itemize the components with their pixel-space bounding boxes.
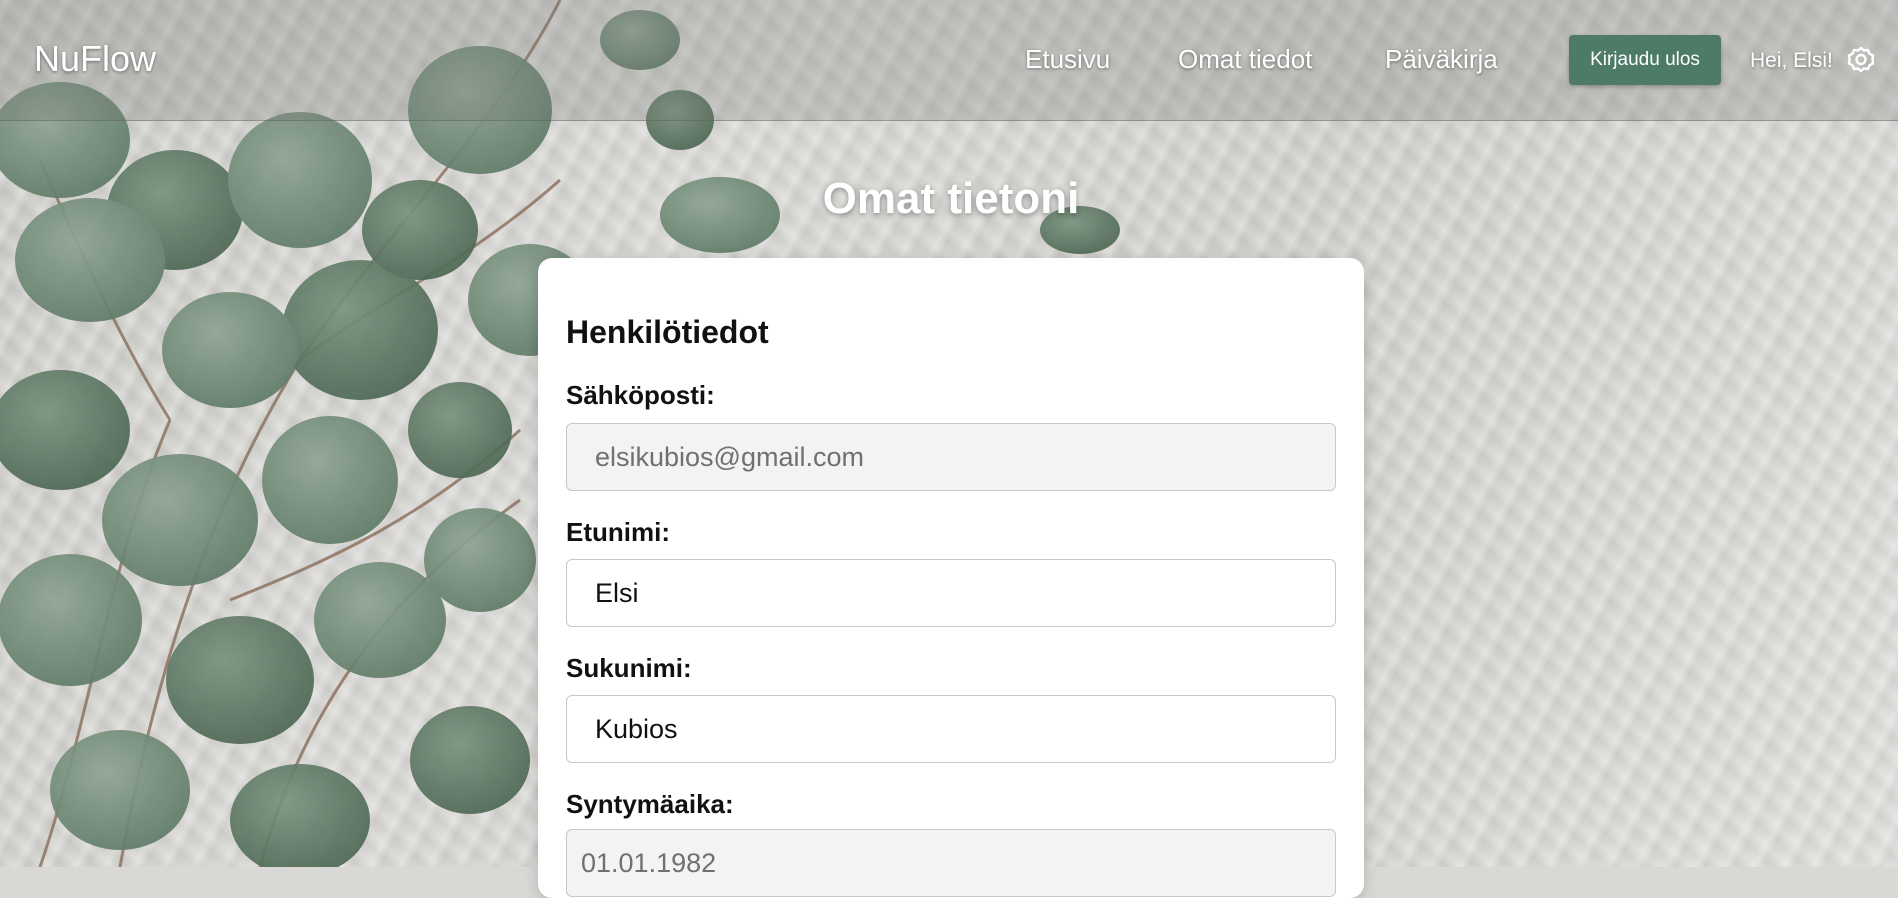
- app-logo[interactable]: NuFlow: [34, 38, 156, 80]
- last-name-label: Sukunimi:: [566, 653, 692, 683]
- page-title: Omat tietoni: [822, 174, 1080, 223]
- birthdate-field[interactable]: [566, 829, 1336, 897]
- top-navbar: NuFlow Etusivu Omat tiedot Päiväkirja Ki…: [0, 0, 1898, 121]
- first-name-label: Etunimi:: [566, 517, 670, 547]
- birthdate-label: Syntymäaika:: [566, 789, 734, 819]
- gear-icon[interactable]: [1847, 46, 1875, 74]
- personal-info-card: Henkilötiedot Sähköposti: Etunimi: Sukun…: [538, 258, 1364, 898]
- nav-link-etusivu[interactable]: Etusivu: [1025, 44, 1110, 75]
- email-field[interactable]: [566, 423, 1336, 491]
- nav-link-paivakirja[interactable]: Päiväkirja: [1385, 44, 1498, 75]
- email-label: Sähköposti:: [566, 380, 715, 410]
- first-name-field[interactable]: [566, 559, 1336, 627]
- user-greeting: Hei, Elsi!: [1750, 49, 1833, 72]
- last-name-field[interactable]: [566, 695, 1336, 763]
- logout-button[interactable]: Kirjaudu ulos: [1569, 35, 1721, 85]
- nav-link-omat-tiedot[interactable]: Omat tiedot: [1178, 44, 1312, 75]
- section-title: Henkilötiedot: [566, 314, 769, 350]
